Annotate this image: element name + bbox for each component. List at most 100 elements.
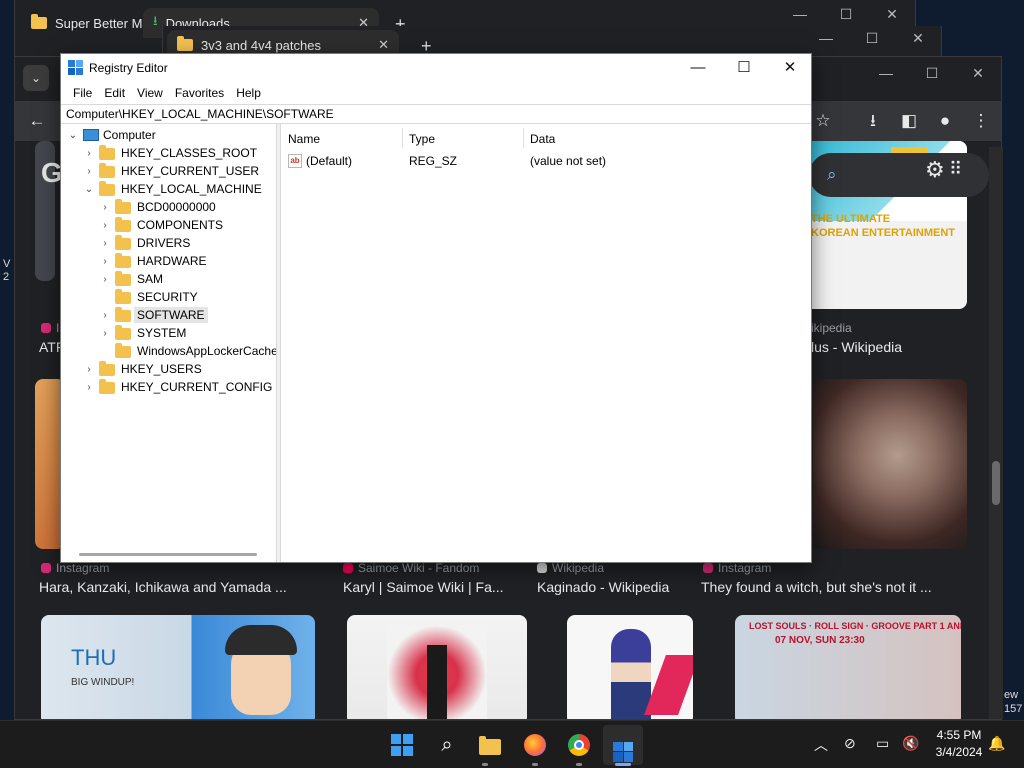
column-name[interactable]: Name	[288, 132, 320, 146]
title-bar[interactable]: Registry Editor — ☐ ✕	[61, 54, 811, 82]
chevron-right-icon[interactable]: ›	[99, 202, 111, 213]
column-divider[interactable]	[523, 128, 524, 148]
chevron-right-icon[interactable]: ›	[99, 220, 111, 231]
firefox-icon[interactable]	[521, 731, 549, 759]
result-thumb[interactable]	[813, 379, 967, 549]
minimize-icon[interactable]: —	[777, 6, 823, 23]
chevron-right-icon[interactable]: ›	[99, 256, 111, 267]
search-icon[interactable]: ⌕	[433, 731, 461, 759]
banner-line-2: KOREAN ENTERTAINMENT	[811, 227, 956, 239]
window-title: Registry Editor	[89, 61, 168, 75]
result-thumb[interactable]: LOST SOULS · ROLL SIGN · GROOVE PART 1 A…	[735, 615, 961, 719]
result-title[interactable]: Kaginado - Wikipedia	[537, 579, 669, 595]
tree-item-hku[interactable]: › HKEY_USERS	[83, 360, 202, 378]
value-row[interactable]: ab (Default) REG_SZ (value not set)	[282, 154, 811, 172]
chevron-right-icon[interactable]: ›	[99, 310, 111, 321]
maximize-icon[interactable]: ☐	[909, 65, 955, 82]
value-data: (value not set)	[530, 154, 607, 168]
result-source: I	[41, 321, 59, 335]
tree-item-applocker[interactable]: WindowsAppLockerCache	[99, 342, 276, 360]
profile-avatar-icon[interactable]: ●	[933, 109, 957, 133]
file-explorer-icon[interactable]	[476, 731, 504, 759]
edge-text-right: ew 157	[1004, 689, 1023, 715]
result-title[interactable]: Hara, Kanzaki, Ichikawa and Yamada ...	[39, 579, 287, 595]
search-icon[interactable]: ⌕	[827, 165, 837, 185]
menu-favorites[interactable]: Favorites	[169, 86, 230, 100]
menu-help[interactable]: Help	[230, 86, 267, 100]
chevron-right-icon[interactable]: ›	[99, 274, 111, 285]
apps-grid-icon[interactable]: ⠿	[949, 159, 962, 180]
column-type[interactable]: Type	[409, 132, 435, 146]
side-panel-icon[interactable]: ◧	[897, 109, 921, 133]
page-scrollbar[interactable]	[989, 147, 1003, 719]
chevron-right-icon[interactable]: ›	[99, 238, 111, 249]
result-thumb[interactable]: THU BIG WINDUP!	[41, 615, 315, 719]
column-divider[interactable]	[402, 128, 403, 148]
more-menu-icon[interactable]: ⋮	[969, 109, 993, 133]
settings-gear-icon[interactable]: ⚙	[925, 157, 945, 183]
chevron-right-icon[interactable]: ›	[83, 148, 95, 159]
tree-item-system[interactable]: › SYSTEM	[99, 324, 186, 342]
tree-item-hkcc[interactable]: › HKEY_CURRENT_CONFIG	[83, 378, 272, 396]
result-thumb[interactable]	[347, 615, 527, 719]
close-icon[interactable]: ✕	[869, 6, 915, 23]
column-data[interactable]: Data	[530, 132, 555, 146]
tree-item-security[interactable]: SECURITY	[99, 288, 198, 306]
close-icon[interactable]: ✕	[955, 65, 1001, 82]
tree-item-sam[interactable]: › SAM	[99, 270, 163, 288]
tree-item-hklm[interactable]: ⌄ HKEY_LOCAL_MACHINE	[83, 180, 262, 198]
tree-item-bcd[interactable]: › BCD00000000	[99, 198, 216, 216]
download-icon[interactable]: ⭳	[861, 109, 885, 133]
result-title[interactable]: They found a witch, but she's not it ...	[701, 579, 932, 595]
maximize-button[interactable]: ☐	[721, 54, 767, 82]
chrome-icon[interactable]	[565, 731, 593, 759]
menu-file[interactable]: File	[67, 86, 98, 100]
chevron-right-icon[interactable]: ›	[83, 364, 95, 375]
tree-item-components[interactable]: › COMPONENTS	[99, 216, 223, 234]
network-icon[interactable]: ⊘	[844, 735, 856, 752]
volume-muted-icon[interactable]: 🔇	[902, 735, 919, 752]
registry-editor-taskbar-icon[interactable]	[609, 731, 637, 762]
result-source: ikipedia	[811, 321, 852, 335]
character-cap	[225, 625, 297, 655]
menu-view[interactable]: View	[131, 86, 169, 100]
maximize-icon[interactable]: ☐	[823, 6, 869, 23]
address-bar[interactable]: Computer\HKEY_LOCAL_MACHINE\SOFTWARE	[61, 104, 811, 124]
result-title[interactable]: lus - Wikipedia	[811, 339, 902, 355]
tree-item-drivers[interactable]: › DRIVERS	[99, 234, 190, 252]
start-button[interactable]	[388, 731, 416, 759]
pane-splitter[interactable]	[277, 124, 281, 562]
tree-item-hkcu[interactable]: › HKEY_CURRENT_USER	[83, 162, 259, 180]
result-title[interactable]: Karyl | Saimoe Wiki | Fa...	[343, 579, 504, 595]
chevron-right-icon[interactable]: ›	[83, 166, 95, 177]
tree-item-hardware[interactable]: › HARDWARE	[99, 252, 207, 270]
close-button[interactable]: ✕	[767, 54, 813, 82]
display-icon[interactable]: ▭	[876, 735, 889, 752]
bookmark-star-icon[interactable]: ☆	[811, 109, 835, 133]
tree-item-computer[interactable]: ⌄ Computer	[67, 126, 156, 144]
tree-item-hkcr[interactable]: › HKEY_CLASSES_ROOT	[83, 144, 257, 162]
chevron-up-icon[interactable]: ︿	[814, 735, 828, 755]
menu-edit[interactable]: Edit	[98, 86, 131, 100]
chevron-right-icon[interactable]: ›	[83, 382, 95, 393]
tree-horizontal-scrollbar[interactable]	[79, 553, 257, 556]
chevron-right-icon[interactable]: ›	[99, 328, 111, 339]
chevron-down-icon[interactable]: ⌄	[83, 184, 95, 195]
values-list[interactable]: Name Type Data ab (Default) REG_SZ (valu…	[282, 124, 811, 562]
explorer-tab-super[interactable]: Super Better M	[21, 8, 152, 38]
tree-item-software[interactable]: › SOFTWARE	[99, 306, 208, 324]
tab-search-button[interactable]: ⌄	[23, 65, 49, 91]
scrollbar-thumb[interactable]	[992, 461, 1000, 505]
minimize-button[interactable]: —	[675, 54, 721, 82]
key-tree[interactable]: ⌄ Computer › HKEY_CLASSES_ROOT › HKEY_CU…	[61, 124, 277, 562]
maximize-icon[interactable]: ☐	[849, 30, 895, 47]
minimize-icon[interactable]: —	[803, 30, 849, 47]
close-icon[interactable]: ✕	[378, 37, 389, 53]
chevron-down-icon[interactable]: ⌄	[67, 130, 79, 141]
notification-bell-icon[interactable]: 🔔	[988, 735, 1005, 752]
close-icon[interactable]: ✕	[895, 30, 941, 47]
system-clock[interactable]: 4:55 PM 3/4/2024	[924, 727, 994, 761]
back-arrow-icon[interactable]: ←	[25, 109, 49, 133]
result-thumb[interactable]	[567, 615, 693, 719]
minimize-icon[interactable]: —	[863, 65, 909, 82]
